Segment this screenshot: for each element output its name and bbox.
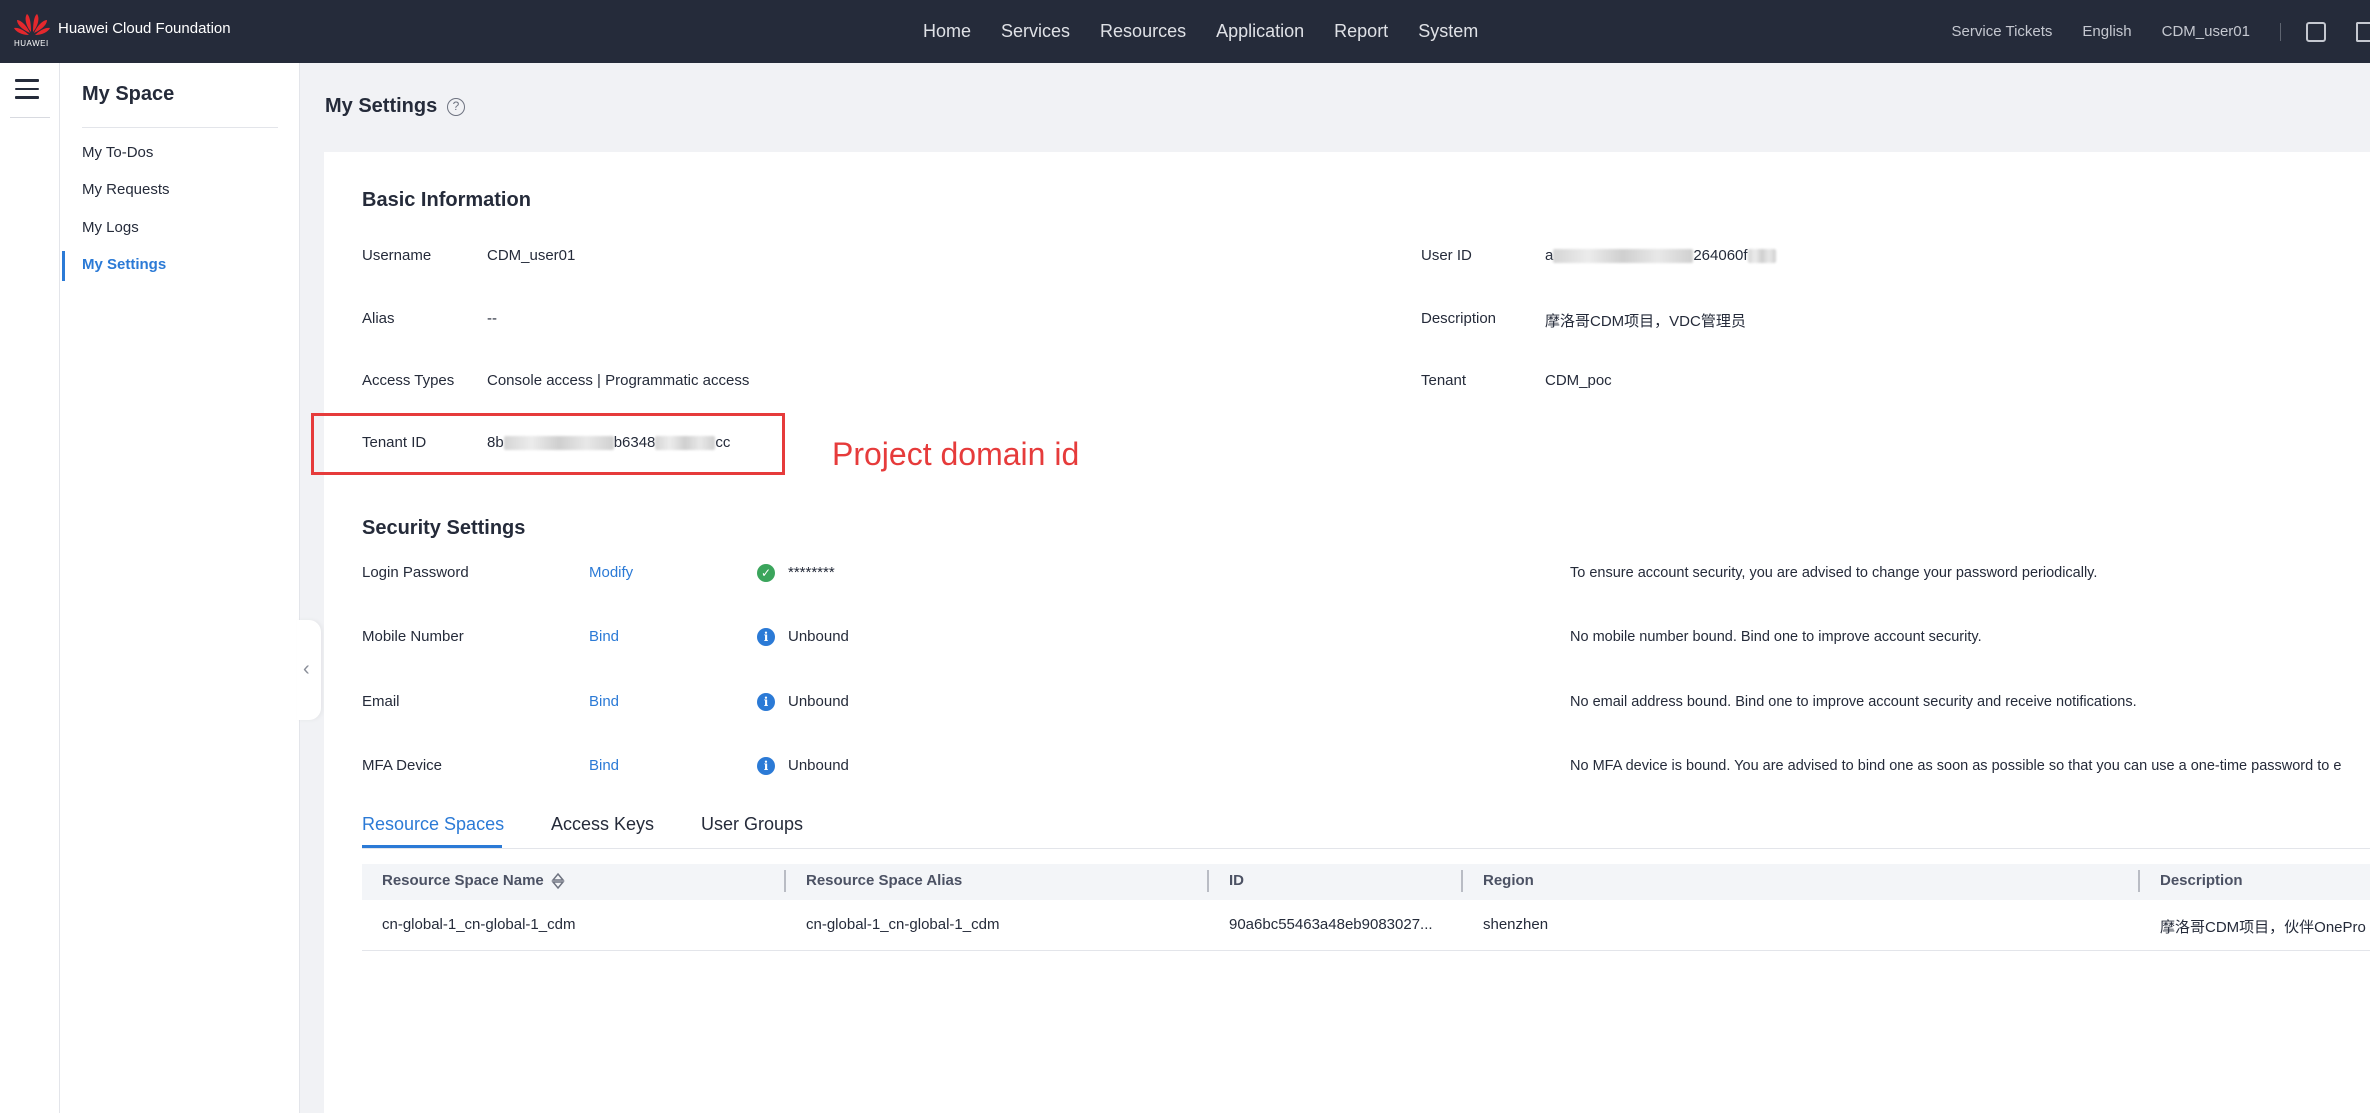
language-switch[interactable]: English (2082, 23, 2131, 40)
tabs-divider (362, 848, 2370, 849)
bind-mfa-link[interactable]: Bind (589, 757, 619, 774)
password-masked: ******** (788, 564, 835, 581)
brand-name: Huawei Cloud Foundation (58, 19, 231, 37)
cell-region: shenzhen (1483, 916, 1549, 933)
workbench-icon[interactable] (2306, 21, 2326, 42)
info-icon: i (757, 757, 775, 775)
top-right-menu: Service Tickets English CDM_user01 (1952, 0, 2370, 63)
nav-report[interactable]: Report (1334, 21, 1388, 42)
nav-application[interactable]: Application (1216, 21, 1304, 42)
user-id-label: User ID (1421, 247, 1472, 264)
basic-info-title: Basic Information (362, 189, 531, 211)
main-nav: Home Services Resources Application Repo… (923, 0, 1508, 63)
annotation-box (311, 413, 785, 475)
access-types-value: Console access | Programmatic access (487, 372, 750, 389)
page-title: My Settings (325, 95, 438, 117)
redacted-block (1747, 249, 1776, 264)
sidebar-item-my-todos[interactable]: My To-Dos (82, 144, 153, 161)
mobile-hint: No mobile number bound. Bind one to impr… (1570, 629, 1982, 645)
cell-id: 90a6bc55463a48eb9083027... (1229, 916, 1433, 933)
modify-password-link[interactable]: Modify (589, 564, 633, 581)
check-icon: ✓ (757, 564, 775, 582)
cell-resource-space-alias: cn-global-1_cn-global-1_cdm (806, 916, 1000, 933)
description-value: 摩洛哥CDM项目，VDC管理员 (1545, 313, 1746, 330)
email-hint: No email address bound. Bind one to impr… (1570, 694, 2137, 710)
column-description: Description (2160, 872, 2243, 889)
cell-description: 摩洛哥CDM项目，伙伴OnePro (2160, 919, 2366, 936)
tenant-label: Tenant (1421, 372, 1467, 389)
security-settings-title: Security Settings (362, 517, 526, 539)
user-id-part: 264060f (1693, 247, 1748, 264)
password-hint: To ensure account security, you are advi… (1570, 565, 2098, 581)
chevron-left-icon: ‹ (303, 658, 310, 680)
alias-value: -- (487, 310, 497, 327)
cell-resource-space-name: cn-global-1_cn-global-1_cdm (382, 916, 576, 933)
column-resizer[interactable] (784, 870, 786, 892)
user-id-value: a 264060f (1545, 247, 1776, 264)
column-resource-space-alias: Resource Space Alias (806, 872, 963, 889)
column-resource-space-name[interactable]: Resource Space Name (382, 872, 544, 889)
tab-user-groups[interactable]: User Groups (701, 814, 803, 835)
user-menu[interactable]: CDM_user01 (2162, 23, 2250, 40)
info-icon: i (757, 628, 775, 646)
user-id-part: a (1545, 247, 1554, 264)
mfa-hint: No MFA device is bound. You are advised … (1570, 758, 2342, 774)
access-types-label: Access Types (362, 372, 455, 389)
sidebar-item-my-requests[interactable]: My Requests (82, 181, 170, 198)
info-icon: i (757, 693, 775, 711)
email-label: Email (362, 693, 400, 710)
cart-icon[interactable] (2356, 21, 2370, 42)
service-tickets-link[interactable]: Service Tickets (1952, 23, 2053, 40)
mfa-status: Unbound (788, 757, 849, 774)
table-header (362, 864, 2370, 900)
description-label: Description (1421, 310, 1497, 327)
redacted-block (1553, 249, 1694, 264)
collapse-sidebar-button[interactable]: ‹ (297, 620, 321, 720)
mobile-number-label: Mobile Number (362, 628, 464, 645)
annotation-label: Project domain id (832, 436, 1080, 472)
active-indicator (62, 251, 65, 281)
sidebar-item-my-logs[interactable]: My Logs (82, 219, 139, 236)
username-value: CDM_user01 (487, 247, 576, 264)
menu-icon[interactable] (15, 79, 39, 99)
bind-email-link[interactable]: Bind (589, 693, 619, 710)
column-resizer[interactable] (1461, 870, 1463, 892)
email-status: Unbound (788, 693, 849, 710)
mfa-device-label: MFA Device (362, 757, 443, 774)
tab-access-keys[interactable]: Access Keys (551, 814, 654, 835)
column-resizer[interactable] (1207, 870, 1209, 892)
column-resizer[interactable] (2138, 870, 2140, 892)
sidebar: My Space My To-Dos My Requests My Logs M… (60, 63, 300, 1113)
divider (2280, 22, 2281, 41)
column-region: Region (1483, 872, 1534, 889)
nav-system[interactable]: System (1418, 21, 1478, 42)
sidebar-item-my-settings[interactable]: My Settings (82, 256, 166, 273)
divider (82, 127, 278, 128)
sort-icon[interactable] (551, 872, 565, 890)
username-label: Username (362, 247, 432, 264)
nav-resources[interactable]: Resources (1100, 21, 1186, 42)
alias-label: Alias (362, 310, 395, 327)
nav-home[interactable]: Home (923, 21, 971, 42)
brand-sub: HUAWEI (14, 39, 49, 48)
divider (10, 117, 50, 118)
settings-panel (324, 152, 2370, 1113)
help-icon[interactable]: ? (447, 98, 465, 116)
nav-services[interactable]: Services (1001, 21, 1070, 42)
sidebar-title: My Space (82, 83, 175, 105)
bind-mobile-link[interactable]: Bind (589, 628, 619, 645)
column-id: ID (1229, 872, 1244, 889)
table-row-divider (362, 950, 2370, 951)
active-tab-indicator (362, 845, 502, 848)
mobile-status: Unbound (788, 628, 849, 645)
login-password-label: Login Password (362, 564, 469, 581)
nav-rail (0, 63, 60, 1113)
tab-resource-spaces[interactable]: Resource Spaces (362, 814, 504, 835)
tenant-value: CDM_poc (1545, 372, 1612, 389)
top-bar: Huawei Cloud Foundation HUAWEI Home Serv… (0, 0, 2370, 63)
